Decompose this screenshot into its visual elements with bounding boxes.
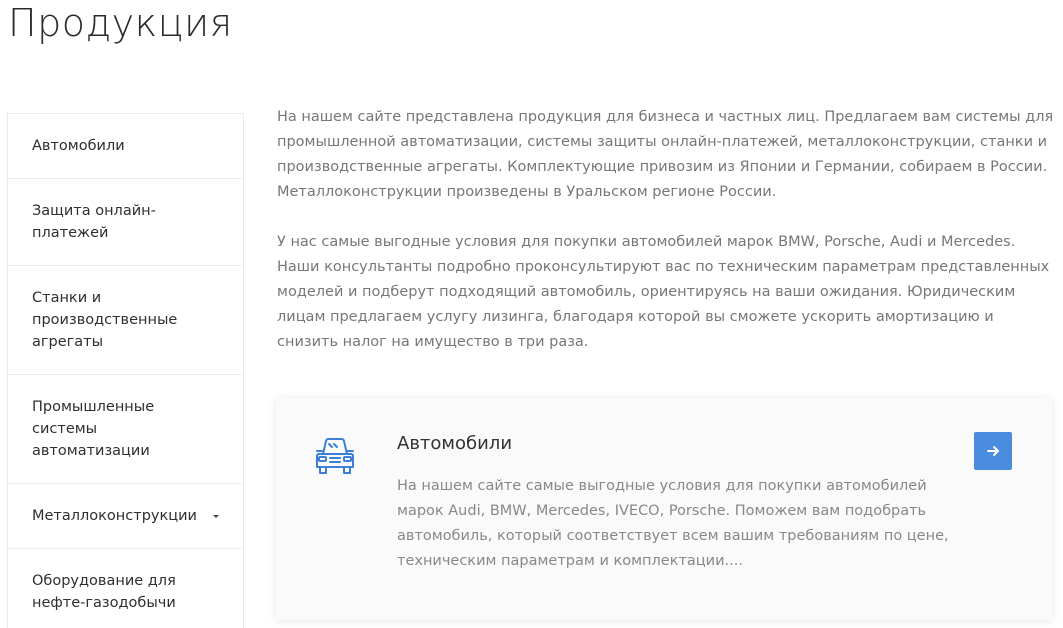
car-icon <box>313 434 357 478</box>
caret-down-icon[interactable] <box>213 515 219 518</box>
page: Продукция Автомобили Защита онлайн-плате… <box>0 0 1063 628</box>
sidebar-item-metal-structures[interactable]: Металлоконструкции <box>8 484 243 549</box>
second-paragraph: У нас самые выгодные условия для покупки… <box>277 234 1050 350</box>
arrow-right-icon <box>987 446 999 456</box>
sidebar-item-label: Промышленные системы автоматизации <box>32 399 155 459</box>
sidebar-item-oil-gas-equipment[interactable]: Оборудование для нефте-газодобычи <box>8 549 243 628</box>
open-card-button[interactable] <box>974 432 1012 470</box>
sidebar-item-payment-protection[interactable]: Защита онлайн-платежей <box>8 179 243 266</box>
sidebar-item-label: Автомобили <box>32 138 125 154</box>
intro-paragraph: На нашем сайте представлена продукция дл… <box>277 109 1054 200</box>
sidebar-item-machines[interactable]: Станки и производственные агрегаты <box>8 266 243 375</box>
sidebar-item-label: Станки и производственные агрегаты <box>32 290 178 350</box>
card-title[interactable]: Автомобили <box>397 431 512 457</box>
sidebar-item-label: Оборудование для нефте-газодобычи <box>32 573 176 611</box>
sidebar-item-label: Металлоконструкции <box>32 508 197 524</box>
sidebar-item-cars[interactable]: Автомобили <box>8 114 243 179</box>
main-content: На нашем сайте представлена продукция дл… <box>277 105 1057 380</box>
product-card-cars[interactable]: Автомобили На нашем сайте самые выгодные… <box>276 398 1052 620</box>
page-title: Продукция <box>8 1 233 45</box>
sidebar-item-label: Защита онлайн-платежей <box>32 203 156 241</box>
sidebar-item-automation-systems[interactable]: Промышленные системы автоматизации <box>8 375 243 484</box>
sidebar-menu: Автомобили Защита онлайн-платежей Станки… <box>7 113 244 628</box>
card-description: На нашем сайте самые выгодные условия дл… <box>397 478 949 569</box>
